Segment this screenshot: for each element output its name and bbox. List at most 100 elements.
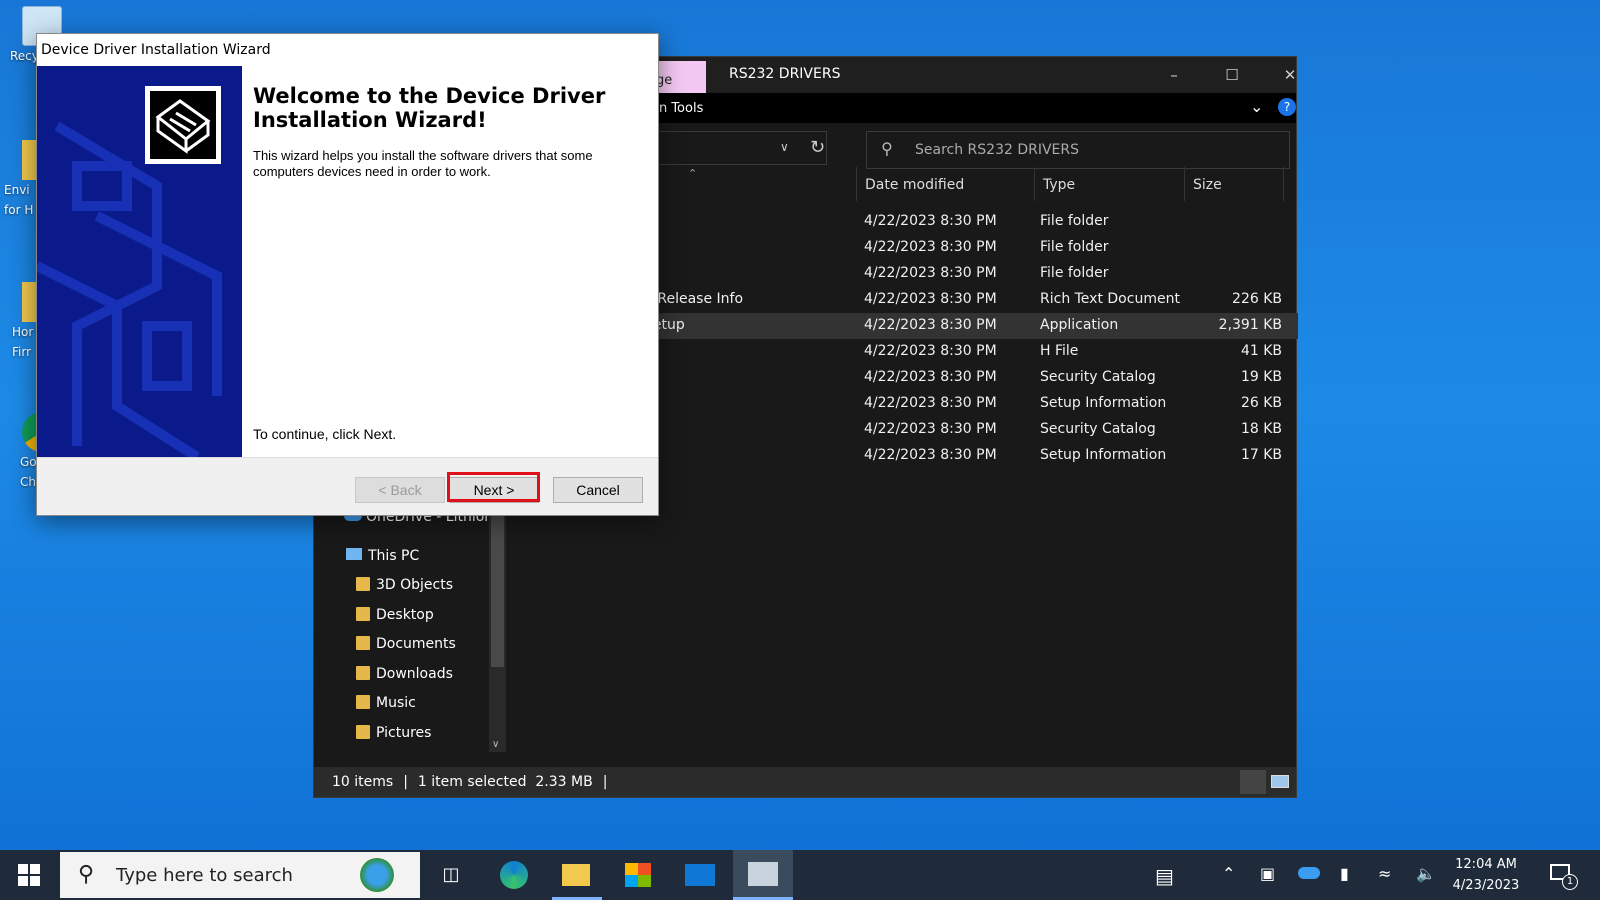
- clock-date: 4/23/2023: [1452, 878, 1520, 893]
- details-view-button[interactable]: [1240, 770, 1266, 794]
- table-row[interactable]: 4/22/2023 8:30 PM Security Catalog 18 KB: [644, 417, 1298, 443]
- image-icon: [1271, 775, 1289, 788]
- nav-item-3d-objects[interactable]: 3D Objects: [356, 577, 453, 601]
- network-icon[interactable]: ≈: [1378, 864, 1391, 883]
- nav-label: Documents: [376, 636, 456, 652]
- back-button[interactable]: < Back: [355, 477, 445, 503]
- system-clock[interactable]: 12:04 AM 4/23/2023: [1440, 854, 1532, 896]
- table-row-selected[interactable]: Setup 4/22/2023 8:30 PM Application 2,391 K…: [644, 313, 1298, 339]
- file-size: 17 KB: [1240, 447, 1282, 463]
- file-type: H File: [1040, 343, 1079, 359]
- table-row[interactable]: 4/22/2023 8:30 PM Setup Information 17 KB: [644, 443, 1298, 469]
- file-size: 18 KB: [1240, 421, 1282, 437]
- task-view-button[interactable]: ◫: [434, 858, 468, 892]
- notification-center-button[interactable]: 1: [1548, 860, 1578, 890]
- file-type: Security Catalog: [1040, 369, 1156, 385]
- navigation-pane: OneDrive - Lithion This PC 3D Objects De…: [314, 507, 510, 752]
- nav-scrollbar[interactable]: ∨: [489, 507, 506, 752]
- refresh-icon[interactable]: ↻: [810, 137, 825, 158]
- file-date: 4/22/2023 8:30 PM: [864, 213, 997, 229]
- next-button-highlight: [447, 472, 540, 502]
- meet-now-icon[interactable]: ▣: [1260, 864, 1275, 883]
- file-type: Rich Text Document: [1040, 291, 1180, 307]
- help-icon[interactable]: ?: [1278, 98, 1296, 116]
- column-size[interactable]: Size: [1184, 167, 1284, 201]
- table-row[interactable]: 4/22/2023 8:30 PM File folder: [644, 209, 1298, 235]
- file-date: 4/22/2023 8:30 PM: [864, 343, 997, 359]
- dialog-title: Device Driver Installation Wizard: [41, 42, 271, 58]
- nav-item-this-pc[interactable]: This PC: [346, 548, 419, 572]
- sort-arrow-icon: ⌃: [688, 167, 698, 180]
- onedrive-icon[interactable]: [1298, 864, 1320, 883]
- column-date-modified[interactable]: Date modified: [856, 167, 1034, 201]
- news-icon[interactable]: ▤: [1155, 864, 1174, 888]
- file-date: 4/22/2023 8:30 PM: [864, 317, 997, 333]
- driver-wizard-dialog[interactable]: Device Driver Installation Wizard Welcom…: [36, 33, 659, 516]
- battery-icon[interactable]: ▮: [1340, 864, 1349, 883]
- volume-icon[interactable]: 🔈: [1416, 864, 1436, 883]
- column-type[interactable]: Type: [1034, 167, 1184, 201]
- file-list: 4/22/2023 8:30 PM File folder 4/22/2023 8…: [644, 209, 1298, 469]
- folder-icon: [356, 607, 370, 621]
- file-size: 226 KB: [1232, 291, 1282, 307]
- nav-label: This PC: [368, 548, 420, 564]
- nav-item-desktop[interactable]: Desktop: [356, 607, 434, 631]
- table-row[interactable]: 4/22/2023 8:30 PM Setup Information 26 KB: [644, 391, 1298, 417]
- selection-size: 2.33 MB: [535, 774, 593, 790]
- table-row[interactable]: 4/22/2023 8:30 PM H File 41 KB: [644, 339, 1298, 365]
- table-row[interactable]: 4/22/2023 8:30 PM File folder: [644, 261, 1298, 287]
- nav-item-music[interactable]: Music: [356, 695, 416, 719]
- minimize-button[interactable]: –: [1151, 61, 1197, 89]
- selection-info: 1 item selected: [417, 774, 527, 790]
- nav-item-downloads[interactable]: Downloads: [356, 666, 453, 690]
- chevron-down-icon[interactable]: ∨: [780, 140, 789, 154]
- file-type: File folder: [1040, 265, 1109, 281]
- clock-time: 12:04 AM: [1455, 857, 1517, 872]
- taskbar: ⚲ Type here to search ◫ ▤ ⌃ ▣ ▮ ≈ 🔈 12:0…: [0, 850, 1600, 900]
- expand-ribbon-icon[interactable]: ⌄: [1250, 97, 1263, 116]
- mail-icon[interactable]: [683, 858, 717, 892]
- file-size: 26 KB: [1240, 395, 1282, 411]
- address-bar[interactable]: s ∨ ↻: [649, 131, 827, 165]
- nav-item-pictures[interactable]: Pictures: [356, 725, 431, 749]
- file-date: 4/22/2023 8:30 PM: [864, 291, 997, 307]
- search-input[interactable]: ⚲ Search RS232 DRIVERS: [866, 131, 1290, 169]
- wizard-heading: Welcome to the Device Driver Installatio…: [253, 84, 606, 132]
- search-placeholder: Type here to search: [116, 865, 293, 886]
- scrollbar-thumb[interactable]: [491, 507, 504, 667]
- store-icon[interactable]: [621, 858, 655, 892]
- file-type: Setup Information: [1040, 395, 1167, 411]
- file-size: 2,391 KB: [1218, 317, 1282, 333]
- driver-wizard-taskbar-button[interactable]: [733, 850, 793, 900]
- table-row[interactable]: 4/22/2023 8:30 PM File folder: [644, 235, 1298, 261]
- chevron-up-icon[interactable]: ⌃: [1222, 864, 1235, 883]
- table-row[interactable]: 4/22/2023 8:30 PM Security Catalog 19 KB: [644, 365, 1298, 391]
- folder-icon: [356, 695, 370, 709]
- nav-item-documents[interactable]: Documents: [356, 636, 456, 660]
- file-date: 4/22/2023 8:30 PM: [864, 395, 997, 411]
- scroll-down-icon[interactable]: ∨: [492, 739, 499, 750]
- cancel-button[interactable]: Cancel: [553, 477, 643, 503]
- file-type: File folder: [1040, 213, 1109, 229]
- file-explorer-taskbar-icon[interactable]: [559, 858, 593, 892]
- close-button[interactable]: ✕: [1267, 61, 1313, 89]
- table-row[interactable]: 6 Release Info 4/22/2023 8:30 PM Rich Text…: [644, 287, 1298, 313]
- wizard-side-image: [37, 66, 242, 457]
- maximize-button[interactable]: ☐: [1209, 61, 1255, 89]
- file-date: 4/22/2023 8:30 PM: [864, 239, 997, 255]
- nav-label: Desktop: [376, 607, 434, 623]
- file-size: 19 KB: [1240, 369, 1282, 385]
- folder-icon: [356, 577, 370, 591]
- edge-icon[interactable]: [497, 858, 531, 892]
- file-size: 41 KB: [1240, 343, 1282, 359]
- item-count: 10 items: [332, 774, 394, 790]
- status-bar: 10 items | 1 item selected 2.33 MB |: [314, 767, 1296, 797]
- large-icons-view-button[interactable]: [1268, 770, 1294, 794]
- taskbar-search-box[interactable]: ⚲ Type here to search: [60, 852, 420, 898]
- earth-day-icon: [360, 858, 394, 892]
- file-date: 4/22/2023 8:30 PM: [864, 369, 997, 385]
- nav-label: Pictures: [376, 725, 432, 741]
- search-icon: ⚲: [78, 862, 95, 887]
- window-title: RS232 DRIVERS: [729, 66, 841, 82]
- start-button[interactable]: [12, 858, 46, 892]
